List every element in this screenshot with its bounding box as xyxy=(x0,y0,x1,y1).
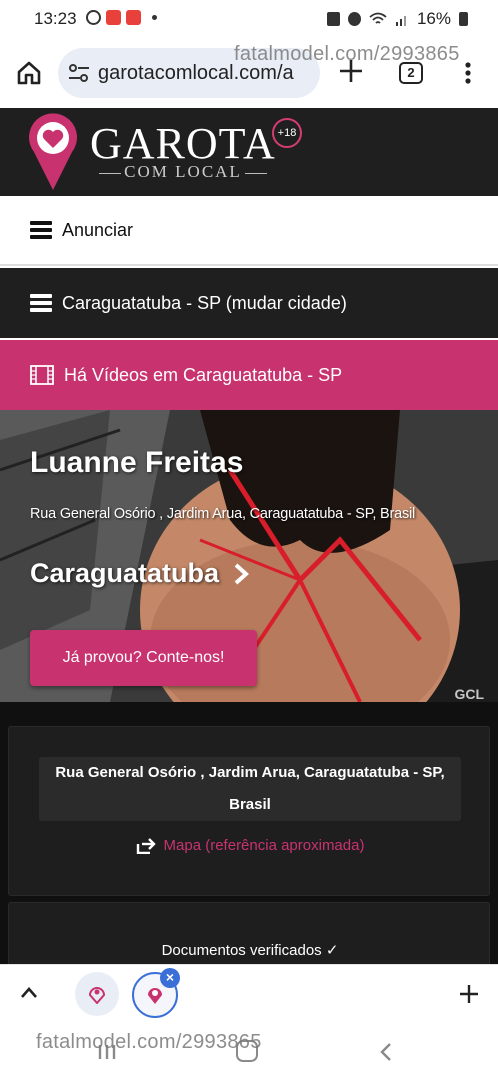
nav-city-label: Caraguatatuba - SP (mudar cidade) xyxy=(62,292,347,313)
watermark-bottom: fatalmodel.com/2993865 xyxy=(36,1031,262,1053)
profile-city-link[interactable]: Caraguatatuba xyxy=(30,558,251,589)
chevron-right-icon xyxy=(234,563,250,584)
site-favicon-icon xyxy=(88,987,106,1004)
status-right: 16% xyxy=(326,9,468,29)
nav-change-city[interactable]: Caraguatatuba - SP (mudar cidade) xyxy=(0,268,498,338)
review-button[interactable]: Já provou? Conte-nos! xyxy=(30,630,257,686)
alarm-icon xyxy=(347,12,361,26)
home-icon[interactable] xyxy=(16,60,42,86)
photo-watermark: GCL xyxy=(454,686,484,702)
nav-anunciar[interactable]: Anunciar xyxy=(0,196,498,266)
menu-icon xyxy=(30,294,52,312)
profile-details: Rua General Osório , Jardim Arua, Caragu… xyxy=(0,702,498,982)
close-tab-icon[interactable]: × xyxy=(160,968,180,988)
notification-icons xyxy=(86,10,157,25)
profile-address: Rua General Osório , Jardim Arua, Caragu… xyxy=(30,506,416,522)
profile-hero: Luanne Freitas Rua General Osório , Jard… xyxy=(0,410,498,702)
address-card: Rua General Osório , Jardim Arua, Caragu… xyxy=(8,726,490,896)
share-arrow-icon xyxy=(136,837,156,854)
tab-chip[interactable] xyxy=(75,972,119,1016)
site-favicon-icon xyxy=(148,988,162,1004)
overflow-menu-icon[interactable] xyxy=(463,62,473,84)
watermark-top: fatalmodel.com/2993865 xyxy=(234,43,460,65)
map-link-label: Mapa (referência aproximada) xyxy=(163,837,365,854)
nav-anunciar-label: Anunciar xyxy=(62,219,134,240)
logo-title[interactable]: GAROTA xyxy=(90,122,276,166)
tab-strip: × xyxy=(0,964,498,1024)
app-notification-icon xyxy=(106,10,121,25)
adult-badge: +18 xyxy=(272,118,302,148)
nav-videos[interactable]: Há Vídeos em Caraguatatuba - SP xyxy=(0,340,498,410)
address-line-2: Brasil xyxy=(229,796,271,813)
logo-subtitle-text: COM LOCAL xyxy=(124,162,242,181)
nav-videos-label: Há Vídeos em Caraguatatuba - SP xyxy=(64,364,343,385)
wifi-icon xyxy=(369,12,387,24)
logo-subtitle: COM LOCAL xyxy=(95,162,271,182)
site-settings-icon[interactable] xyxy=(68,64,90,82)
chevron-up-icon[interactable] xyxy=(20,985,38,999)
logo-heart-pin-icon[interactable] xyxy=(28,112,78,192)
battery-icon xyxy=(459,12,468,26)
map-link[interactable]: Mapa (referência aproximada) xyxy=(9,837,491,854)
back-icon[interactable] xyxy=(380,1042,392,1062)
address-box: Rua General Osório , Jardim Arua, Caragu… xyxy=(39,757,461,821)
more-notifications-icon xyxy=(152,15,157,20)
profile-city-label: Caraguatatuba xyxy=(30,558,220,588)
profile-name: Luanne Freitas xyxy=(30,446,244,479)
status-time: 13:23 xyxy=(34,9,77,28)
documents-verified: Documentos verificados ✓ xyxy=(161,942,339,959)
whatsapp-icon xyxy=(86,10,101,25)
app-notification-icon xyxy=(126,10,141,25)
address-line-1: Rua General Osório , Jardim Arua, Caragu… xyxy=(55,764,445,781)
lock-icon xyxy=(326,12,340,26)
status-bar: 13:23 16% xyxy=(0,0,498,38)
film-icon xyxy=(30,365,54,385)
battery-level: 16% xyxy=(416,9,451,28)
menu-icon xyxy=(30,221,52,239)
signal-icon xyxy=(395,16,406,26)
add-tab-icon[interactable] xyxy=(459,984,479,1004)
site-header: GAROTA +18 COM LOCAL xyxy=(0,108,498,196)
